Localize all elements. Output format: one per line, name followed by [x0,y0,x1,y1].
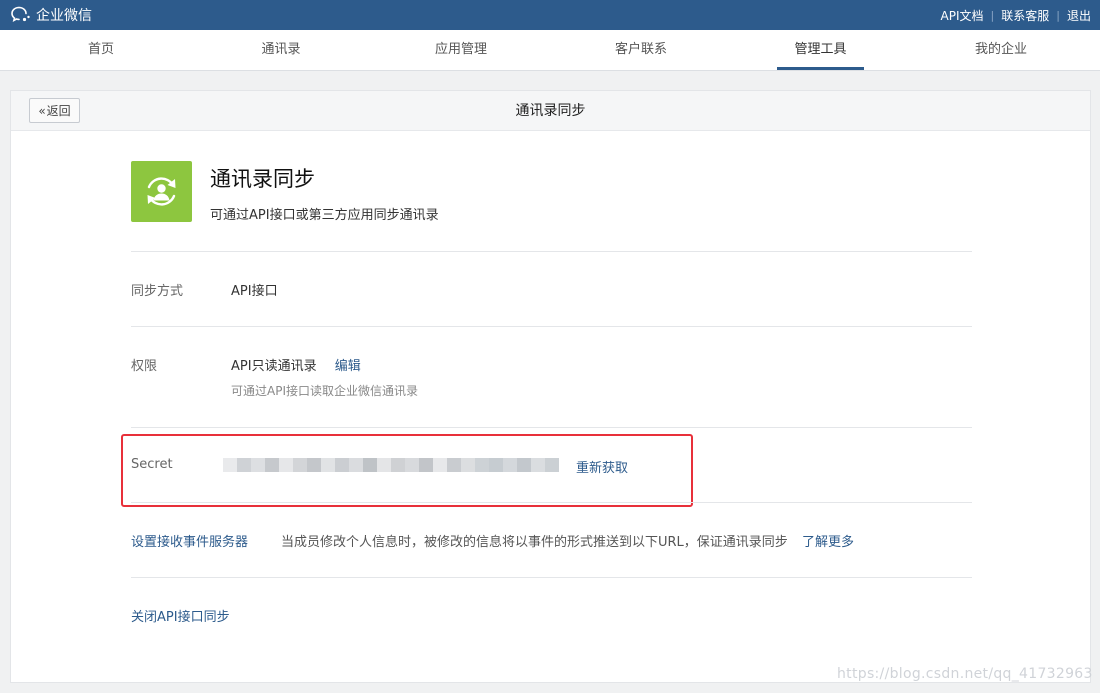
event-server-desc-text: 当成员修改个人信息时，被修改的信息将以事件的形式推送到以下URL，保证通讯录同步 [281,535,788,550]
app-icon [131,161,192,222]
back-button[interactable]: « 返回 [29,98,80,123]
brand-name: 企业微信 [36,8,92,24]
app-title: 通讯录同步 [210,167,315,191]
permission-hint: 可通过API接口读取企业微信通讯录 [231,384,418,398]
double-chevron-left-icon: « [38,103,46,118]
permission-label: 权限 [131,359,158,374]
learn-more-link[interactable]: 了解更多 [802,535,854,550]
close-api-sync-link[interactable]: 关闭API接口同步 [131,610,230,625]
top-links: API文档 | 联系客服 | 退出 [941,7,1091,24]
person-sync-icon [147,177,176,206]
app-description: 可通过API接口或第三方应用同步通讯录 [210,208,439,223]
permission-text: API只读通讯录 [231,359,317,374]
nav-home[interactable]: 首页 [57,30,145,70]
nav-contacts[interactable]: 通讯录 [237,30,325,70]
divider [131,427,972,428]
sync-method-label: 同步方式 [131,284,184,299]
contact-support-link[interactable]: 联系客服 [1001,7,1049,24]
back-label: 返回 [46,104,71,118]
page-title: 通讯录同步 [515,103,586,119]
event-server-description: 当成员修改个人信息时，被修改的信息将以事件的形式推送到以下URL，保证通讯录同步… [281,531,854,550]
edit-permission-link[interactable]: 编辑 [335,359,361,374]
nav-management-tools[interactable]: 管理工具 [777,30,864,70]
nav-customer-contact[interactable]: 客户联系 [597,30,685,70]
content-panel: 通讯录同步 « 返回 通讯录同步 可通过API接口或第三方应用同步通讯录 同步方… [10,90,1091,683]
secret-value-masked [223,458,559,472]
top-bar: 企业微信 API文档 | 联系客服 | 退出 [0,0,1100,30]
logout-link[interactable]: 退出 [1067,7,1091,24]
watermark: https://blog.csdn.net/qq_41732963 [837,666,1093,682]
sync-method-value: API接口 [231,284,278,299]
panel-header: 通讯录同步 « 返回 [11,91,1090,131]
separator: | [990,9,995,22]
nav-app-management[interactable]: 应用管理 [417,30,505,70]
brand[interactable]: 企业微信 [10,5,92,25]
separator: | [1056,9,1060,22]
divider [131,502,972,503]
divider [131,577,972,578]
main-nav: 首页 通讯录 应用管理 客户联系 管理工具 我的企业 [0,30,1100,71]
wecom-logo-icon [11,6,30,22]
secret-label: Secret [131,457,173,472]
secret-actions: 重新获取 [576,457,628,476]
nav-my-enterprise[interactable]: 我的企业 [957,30,1045,70]
close-api-row: 关闭API接口同步 [131,606,230,625]
event-server-row: 设置接收事件服务器 [131,531,248,550]
permission-value: API只读通讯录 编辑 [231,355,361,374]
set-event-server-link[interactable]: 设置接收事件服务器 [131,535,248,550]
refresh-secret-link[interactable]: 重新获取 [576,461,628,476]
divider [131,326,972,327]
api-docs-link[interactable]: API文档 [941,7,984,24]
divider [131,251,972,252]
